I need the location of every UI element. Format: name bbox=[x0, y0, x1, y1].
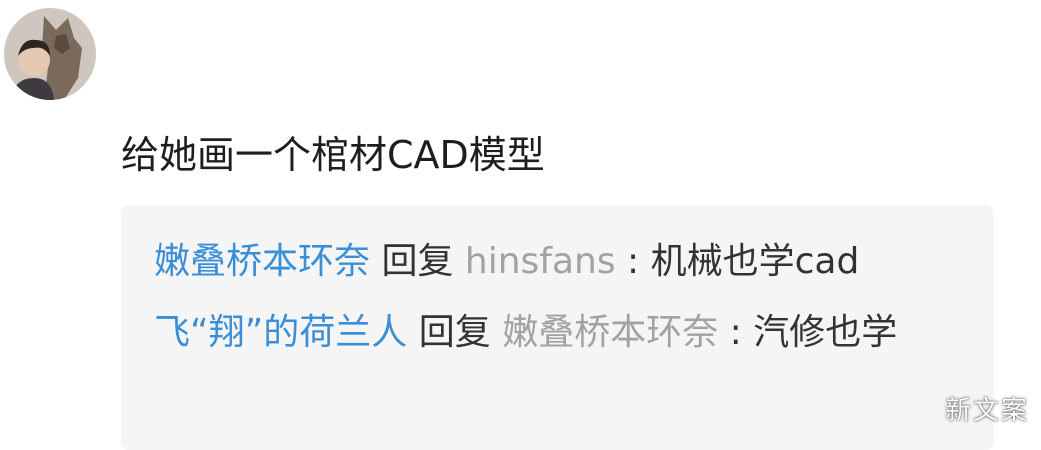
reply-author[interactable]: 飞“翔”的荷兰人 bbox=[154, 312, 407, 353]
reply-action: 回复 bbox=[407, 312, 503, 353]
replies-box[interactable]: 嫩叠桥本环奈 回复 hinsfans : 机械也学cad 飞“翔”的荷兰人 回复… bbox=[121, 205, 994, 450]
reply-item[interactable]: 飞“翔”的荷兰人 回复 嫩叠桥本环奈 : 汽修也学 bbox=[154, 301, 974, 365]
reply-action: 回复 bbox=[370, 241, 465, 282]
reply-item[interactable]: 嫩叠桥本环奈 回复 hinsfans : 机械也学cad bbox=[154, 232, 974, 292]
reply-separator: : bbox=[718, 312, 754, 353]
comment-text: 给她画一个棺材CAD模型 bbox=[121, 133, 545, 177]
reply-target-user[interactable]: 嫩叠桥本环奈 bbox=[502, 312, 718, 353]
reply-message: 汽修也学 bbox=[753, 312, 898, 353]
reply-separator: : bbox=[615, 241, 651, 282]
reply-author[interactable]: 嫩叠桥本环奈 bbox=[154, 241, 370, 282]
avatar-image bbox=[4, 8, 96, 100]
reply-target-user[interactable]: hinsfans bbox=[465, 241, 616, 282]
avatar[interactable] bbox=[4, 8, 96, 100]
reply-message: 机械也学cad bbox=[650, 241, 860, 282]
watermark: 新文案 bbox=[944, 396, 1029, 426]
